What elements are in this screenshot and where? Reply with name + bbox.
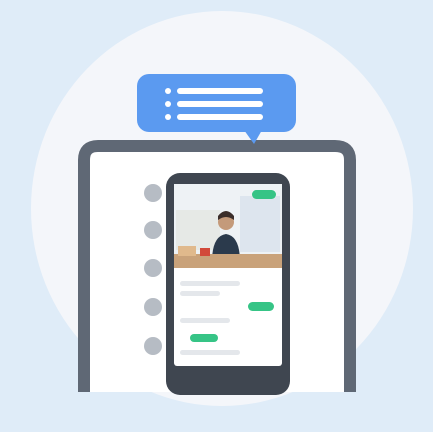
chat-video-illustration (78, 74, 356, 395)
live-badge (252, 190, 276, 199)
illustration-canvas (0, 0, 433, 432)
video-call-frame (174, 184, 282, 268)
phone-device (166, 173, 290, 395)
chat-bubble-icon (137, 74, 296, 144)
